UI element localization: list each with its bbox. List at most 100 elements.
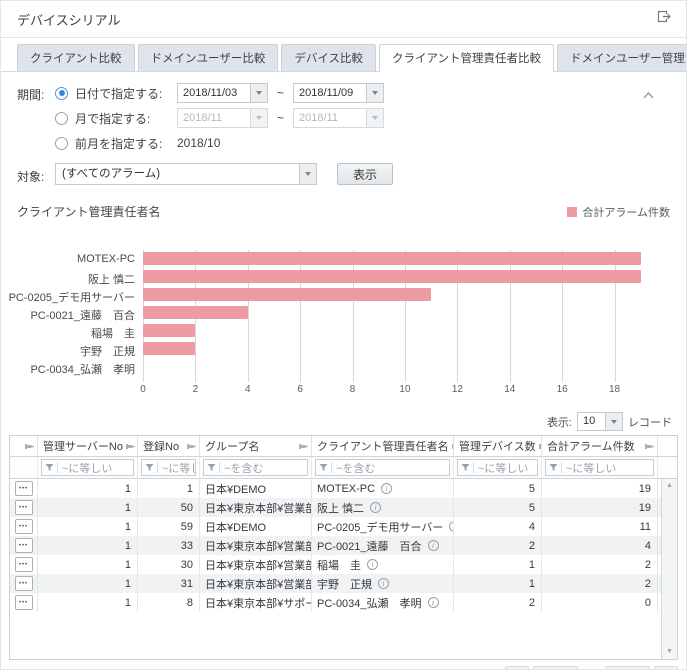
row-menu-button[interactable]: ••• bbox=[15, 538, 33, 553]
chart-bar[interactable] bbox=[143, 306, 248, 319]
export-icon[interactable] bbox=[657, 10, 672, 28]
info-icon[interactable]: i bbox=[370, 502, 381, 513]
prev-page-button[interactable]: ◀前へ bbox=[533, 666, 578, 670]
row-menu-button[interactable]: ••• bbox=[15, 481, 33, 496]
date-to-value[interactable]: 2018/11/09 bbox=[294, 84, 366, 102]
page-size-select[interactable]: 10 bbox=[577, 412, 623, 431]
cell-value: 33 bbox=[181, 540, 193, 552]
filter-funnel-icon[interactable] bbox=[207, 459, 216, 476]
filter-input[interactable]: ~に等しい bbox=[545, 459, 654, 476]
table-cell: 1 bbox=[38, 479, 138, 498]
table-row[interactable]: •••11日本¥DEMOMOTEX-PCi519 bbox=[10, 479, 661, 498]
filter-funnel-icon[interactable] bbox=[319, 459, 328, 476]
next-page-button[interactable]: 次へ▶ bbox=[605, 666, 650, 670]
vertical-scrollbar[interactable]: ▲ ▼ bbox=[661, 479, 677, 659]
column-header[interactable]: クライアント管理責任者名 bbox=[312, 436, 454, 456]
date-to-input[interactable]: 2018/11/09 bbox=[293, 83, 384, 103]
column-header[interactable]: 管理サーバーNo bbox=[38, 436, 138, 456]
date-to-dropdown-icon[interactable] bbox=[366, 84, 383, 102]
date-from-dropdown-icon[interactable] bbox=[250, 84, 267, 102]
month-from-input[interactable]: 2018/11 bbox=[177, 108, 268, 128]
filter-input[interactable]: ~を含む bbox=[315, 459, 450, 476]
row-menu-button[interactable]: ••• bbox=[15, 595, 33, 610]
grid-body: •••11日本¥DEMOMOTEX-PCi519•••150日本¥東京本部¥営業… bbox=[10, 479, 661, 659]
target-label: 対象: bbox=[17, 164, 55, 185]
table-cell: PC-0021_遠藤 百合i bbox=[312, 536, 454, 555]
scroll-down-icon[interactable]: ▼ bbox=[666, 648, 673, 656]
table-cell: 31 bbox=[138, 574, 200, 593]
column-header[interactable]: 管理デバイス数 bbox=[454, 436, 542, 456]
info-icon[interactable]: i bbox=[381, 483, 392, 494]
pin-icon[interactable] bbox=[299, 442, 308, 451]
month-from-dropdown-icon[interactable] bbox=[250, 109, 267, 127]
radio-date-range[interactable] bbox=[55, 87, 68, 100]
legend-label: 合計アラーム件数 bbox=[582, 204, 670, 220]
tab-2[interactable]: ドメインユーザー比較 bbox=[138, 44, 279, 71]
filter-input[interactable]: ~を含む bbox=[203, 459, 308, 476]
collapse-chevron-icon[interactable] bbox=[643, 86, 654, 104]
chart-bar[interactable] bbox=[143, 252, 641, 265]
row-menu-button[interactable]: ••• bbox=[15, 519, 33, 534]
row-menu-button[interactable]: ••• bbox=[15, 557, 33, 572]
filter-funnel-icon[interactable] bbox=[461, 459, 470, 476]
pin-icon[interactable] bbox=[25, 442, 34, 451]
table-row[interactable]: •••159日本¥DEMOPC-0205_デモ用サーバーi411 bbox=[10, 517, 661, 536]
row-menu-button[interactable]: ••• bbox=[15, 576, 33, 591]
tab-1[interactable]: クライアント比較 bbox=[17, 44, 135, 71]
filter-funnel-icon[interactable] bbox=[549, 459, 558, 476]
table-cell: 0 bbox=[542, 593, 658, 612]
row-menu-button[interactable]: ••• bbox=[15, 500, 33, 515]
info-icon[interactable]: i bbox=[378, 578, 389, 589]
table-row[interactable]: •••130日本¥東京本部¥営業部稲場 圭i12 bbox=[10, 555, 661, 574]
last-page-button[interactable]: ▶| bbox=[654, 666, 678, 670]
x-tick-label: 4 bbox=[245, 384, 251, 395]
filter-funnel-icon[interactable] bbox=[45, 459, 54, 476]
table-row[interactable]: •••133日本¥東京本部¥営業部PC-0021_遠藤 百合i24 bbox=[10, 536, 661, 555]
alarm-select-value[interactable]: (すべてのアラーム) bbox=[56, 164, 299, 184]
info-icon[interactable]: i bbox=[367, 559, 378, 570]
cell-value: 阪上 慎二 bbox=[317, 500, 364, 516]
filter-input[interactable]: ~に等しい bbox=[457, 459, 538, 476]
page-size-value[interactable]: 10 bbox=[578, 413, 605, 430]
filter-funnel-icon[interactable] bbox=[145, 459, 154, 476]
month-to-dropdown-icon[interactable] bbox=[366, 109, 383, 127]
column-header[interactable]: グループ名 bbox=[200, 436, 312, 456]
alarm-select[interactable]: (すべてのアラーム) bbox=[55, 163, 317, 185]
filter-input[interactable]: ~に等しい bbox=[141, 459, 196, 476]
filter-input[interactable]: ~に等しい bbox=[41, 459, 134, 476]
scroll-up-icon[interactable]: ▲ bbox=[666, 482, 673, 490]
chart-category-label: PC-0034_弘瀬 孝明 bbox=[30, 361, 135, 377]
radio-month-range[interactable] bbox=[55, 112, 68, 125]
pin-icon[interactable] bbox=[126, 442, 135, 451]
chart-bar[interactable] bbox=[143, 288, 431, 301]
page-size-dropdown-icon[interactable] bbox=[605, 413, 622, 430]
tab-4[interactable]: クライアント管理責任者比較 bbox=[379, 44, 554, 72]
radio-prev-month[interactable] bbox=[55, 137, 68, 150]
pin-icon[interactable] bbox=[645, 442, 654, 451]
scrollbar-track[interactable] bbox=[662, 490, 677, 648]
table-row[interactable]: •••18日本¥東京本部¥サポート部PC-0034_弘瀬 孝明i20 bbox=[10, 593, 661, 612]
column-header[interactable]: 登録No bbox=[138, 436, 200, 456]
column-header[interactable]: 合計アラーム件数 bbox=[542, 436, 658, 456]
show-button[interactable]: 表示 bbox=[337, 163, 393, 185]
filter-cell: ~を含む bbox=[200, 457, 312, 478]
filter-handle-cell bbox=[10, 457, 38, 478]
chart-bar[interactable] bbox=[143, 270, 641, 283]
tab-3[interactable]: デバイス比較 bbox=[281, 44, 376, 71]
pin-icon[interactable] bbox=[187, 442, 196, 451]
table-row[interactable]: •••131日本¥東京本部¥営業部宇野 正規i12 bbox=[10, 574, 661, 593]
first-page-button[interactable]: |◀ bbox=[505, 666, 529, 670]
info-icon[interactable]: i bbox=[428, 597, 439, 608]
row-handle-header bbox=[10, 436, 38, 456]
month-to-input[interactable]: 2018/11 bbox=[293, 108, 384, 128]
chart-bar[interactable] bbox=[143, 324, 195, 337]
date-from-value[interactable]: 2018/11/03 bbox=[178, 84, 250, 102]
chart-row: 宇野 正規 bbox=[143, 340, 646, 358]
info-icon[interactable]: i bbox=[428, 540, 439, 551]
chart-bar[interactable] bbox=[143, 342, 195, 355]
date-from-input[interactable]: 2018/11/03 bbox=[177, 83, 268, 103]
alarm-select-dropdown-icon[interactable] bbox=[299, 164, 316, 184]
row-handle-cell: ••• bbox=[10, 479, 38, 498]
tab-5[interactable]: ドメインユーザー管理責任者比較 bbox=[557, 44, 687, 71]
table-row[interactable]: •••150日本¥東京本部¥営業部阪上 慎二i519 bbox=[10, 498, 661, 517]
